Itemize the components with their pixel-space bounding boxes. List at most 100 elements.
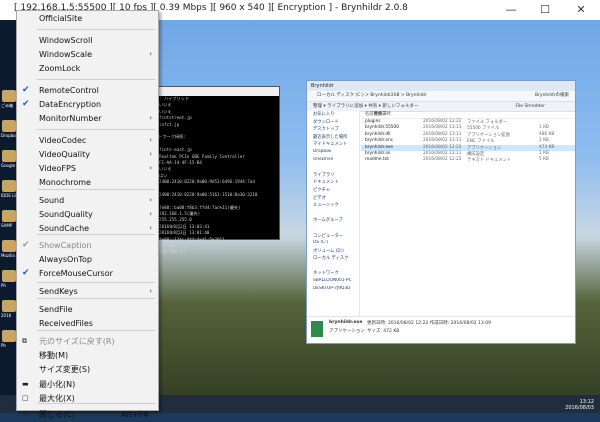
menu-item-system-24[interactable]: ▢ 最大化(X) [17,391,158,406]
menu-item-zoomlock[interactable]: ZoomLock [17,61,158,76]
menu-item-system-23[interactable]: ▬ 最小化(N) [17,377,158,392]
status-file-name: brynhildr.exe [329,320,363,325]
menu-item-system-22[interactable]: サイズ変更(S) [17,362,158,377]
nav-item[interactable]: ピクチャ [307,187,359,195]
menu-item-label: 元のサイズに戻す(R) [39,337,115,346]
explorer-toolbar-items[interactable]: 整理 ▾ ライブラリに追加 ▾ 共有 ▾ 新しいフォルダー [313,104,418,109]
menu-item-soundcache[interactable]: SoundCache › [17,221,158,236]
menu-item-videocodec[interactable]: VideoCodec › [17,133,158,148]
menu-item-windowscale[interactable]: WindowScale › [17,47,158,62]
menu-item-soundquality[interactable]: SoundQuality › [17,207,158,222]
menu-item-videoquality[interactable]: VideoQuality › [17,147,158,162]
desktop-app-icon[interactable] [2,120,16,132]
desktop-app-icon[interactable] [2,270,16,282]
file-size: 1 KB [539,150,549,156]
maximize-button[interactable]: ☐ [530,0,560,20]
menu-item-label: Sound [39,196,65,205]
taskbar-clock[interactable]: 13:12 2016/08/03 [565,399,594,411]
file-name: brynhildr.dll [365,131,391,137]
explorer-search-box[interactable]: Brynhildrの検索 [535,91,569,101]
file-name: brynhildr.55500 [365,125,400,131]
menu-item-system-21[interactable]: 移動(M) [17,348,158,363]
desktop-icon-label: Ph [1,343,6,348]
nav-item[interactable]: お気に入り [307,111,359,119]
console-window[interactable]: : : ハイブリッド : いいえ : いいえ : fintstreet.jp :… [150,86,280,254]
menu-item-label: SendFile [39,305,73,314]
explorer-address-bar[interactable]: ローカル ディスク (C:) > Brynhildr208 > Brynhild… [307,91,575,102]
menu-item-dataencryption[interactable]: ✔ DataEncryption [17,97,158,112]
menu-item-monochrome[interactable]: Monochrome [17,175,158,190]
minimize-button[interactable]: — [496,0,526,20]
nav-item[interactable]: Dropbox [307,149,359,157]
menu-item-receivedfiles[interactable]: ReceivedFiles [17,316,158,331]
menu-item-videofps[interactable]: VideoFPS › [17,161,158,176]
column-header[interactable]: 名前 [365,112,374,117]
menu-item-alwaysontop[interactable]: AlwaysOnTop [17,252,158,267]
nav-item[interactable]: OS (C:) [307,240,359,248]
explorer-file-list[interactable]: 名前 更新日時 種類 サイズ plugins 2016/08/02 12:22 ファイル … [361,111,575,317]
nav-item[interactable]: デスクトップ [307,126,359,134]
desktop-app-icon[interactable] [2,150,16,162]
nav-item[interactable]: ダウンロード [307,119,359,127]
file-row[interactable]: readme.txt 2016/08/02 12:22 テキスト ドキュメント 5 K… [361,157,575,163]
status-dates: 更新日時: 2016/08/02 12:22 作成日時: 2016/08/02 … [367,321,491,326]
nav-item[interactable]: ホームグループ [307,217,359,225]
nav-item[interactable]: マイドキュメント [307,141,359,149]
minimize-icon: ▬ [22,380,29,388]
menu-item-sendfile[interactable]: SendFile [17,302,158,317]
desktop-app-icon[interactable] [2,330,16,342]
menu-item-label: WindowScroll [39,36,93,45]
menu-item-label: MonitorNumber [39,114,102,123]
chevron-right-icon: › [149,210,152,218]
file-list-headers[interactable]: 名前 更新日時 種類 サイズ [361,111,575,119]
file-type: 55500 ファイル [467,126,500,132]
nav-item[interactable]: OneDrive [307,157,359,165]
menu-item-label: ForceMouseCursor [39,269,113,278]
nav-item[interactable]: ミュージック [307,202,359,210]
menu-item-system-25[interactable]: ✕ 閉じる(C) Alt+F4 [17,407,158,422]
explorer-window[interactable]: Brynhildr ローカル ディスク (C:) > Brynhildr208 … [306,80,576,344]
status-size: サイズ: 472 KB [367,329,400,334]
desktop-app-icon[interactable] [2,180,16,192]
file-type: アプリケーション拡張 [467,132,510,138]
menu-item-label: RemoteControl [39,86,99,95]
desktop-app-icon[interactable] [2,90,16,102]
chevron-right-icon: › [149,150,152,158]
desktop-app-icon[interactable] [2,240,16,252]
nav-item[interactable]: SBALLOON001-PC [307,278,359,286]
file-date: 2016/08/02 12:22 [423,157,462,163]
menu-item-officialsite[interactable]: OfficialSite [17,11,158,26]
desktop-app-icon[interactable] [2,300,16,312]
menu-item-remotecontrol[interactable]: ✔ RemoteControl [17,83,158,98]
nav-item[interactable]: コンピューター [307,233,359,241]
menu-item-windowscroll[interactable]: WindowScroll [17,33,158,48]
menu-item-monitornumber[interactable]: MonitorNumber › [17,111,158,126]
menu-item-sound[interactable]: Sound › [17,193,158,208]
chevron-right-icon: › [149,196,152,204]
menu-item-sendkeys[interactable]: SendKeys › [17,284,158,299]
nav-item[interactable]: ローカル ディスク [307,255,359,263]
file-date: 2016/08/02 12:22 [423,119,462,124]
file-name: plugins [365,119,381,124]
close-button[interactable]: ✕ [566,0,596,20]
nav-item[interactable]: 最近表示した場所 [307,134,359,142]
column-header[interactable]: サイズ [374,111,387,117]
menu-item-label: 最小化(N) [39,380,76,389]
menu-item-label: VideoCodec [39,136,87,145]
system-context-menu[interactable]: OfficialSite WindowScroll WindowScale › Zoom… [16,10,159,419]
menu-item-label: VideoQuality [39,150,90,159]
nav-item[interactable]: ライブラリ [307,172,359,180]
explorer-toolbar-right[interactable]: File Shredder [515,102,545,111]
explorer-nav-pane[interactable]: お気に入り ダウンロード デスクトップ 最近表示した場所 マイドキュメント Dropbox… [307,111,360,317]
file-size: 5 KB [539,157,549,163]
menu-item-label: Monochrome [39,178,91,187]
nav-item[interactable]: ボリューム (D:) [307,248,359,256]
nav-item[interactable]: ビデオ [307,195,359,203]
nav-item[interactable]: DESKTOP-7J9Q3D [307,286,359,294]
file-date: 2016/08/02 13:11 [423,125,462,131]
nav-item[interactable]: ネットワーク [307,270,359,278]
nav-item[interactable]: ドキュメント [307,179,359,187]
desktop-app-icon[interactable] [2,210,16,222]
menu-item-forcemousecursor[interactable]: ✔ ForceMouseCursor [17,266,158,281]
file-date: 2016/08/02 13:11 [423,131,462,137]
